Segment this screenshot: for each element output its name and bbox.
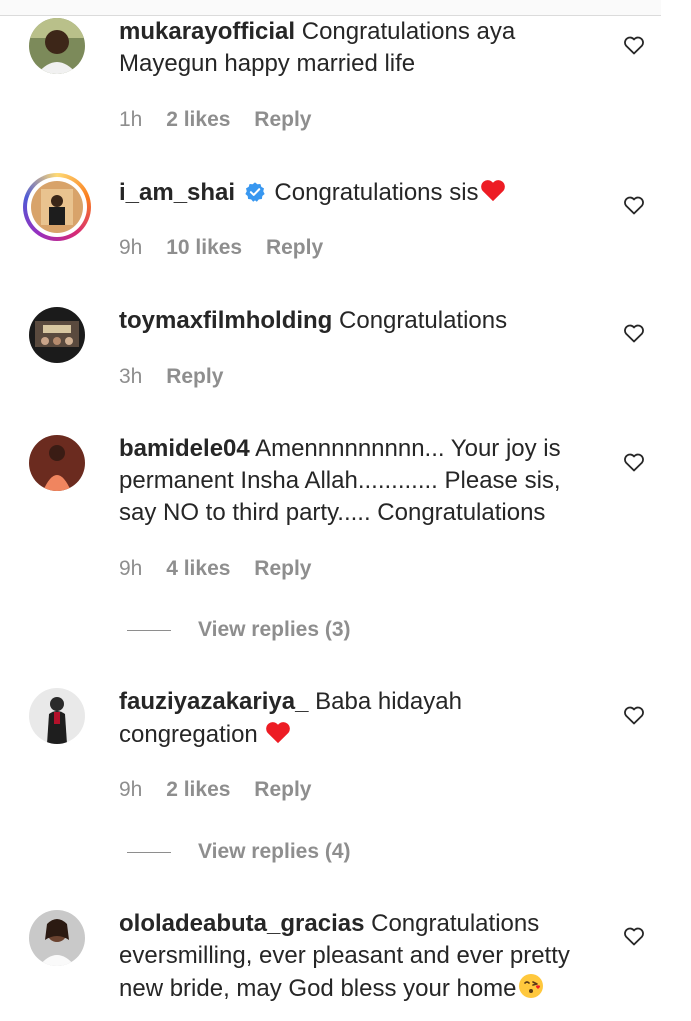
heart-outline-icon[interactable]: [622, 924, 646, 948]
likes-count[interactable]: 4 likes: [166, 557, 230, 580]
comment-username[interactable]: ololadeabuta_gracias: [119, 910, 364, 937]
comment-meta: 3h Reply: [119, 364, 241, 390]
view-replies-button[interactable]: View replies (3): [127, 617, 351, 643]
face-blowing-kiss-emoji: [518, 974, 543, 998]
avatar[interactable]: [29, 910, 85, 966]
view-replies-label[interactable]: View replies (4): [198, 840, 351, 863]
avatar[interactable]: [29, 688, 85, 744]
comment-meta: 9h 4 likes Reply: [119, 556, 329, 582]
story-avatar[interactable]: [23, 173, 91, 241]
comment-username[interactable]: toymaxfilmholding: [119, 307, 332, 334]
comment-time: 9h: [119, 557, 143, 580]
heart-outline-icon[interactable]: [622, 450, 646, 474]
reply-button[interactable]: Reply: [166, 365, 223, 388]
likes-count[interactable]: 2 likes: [166, 108, 230, 131]
reply-button[interactable]: Reply: [254, 557, 311, 580]
comment-meta: 1h 2 likes Reply: [119, 107, 329, 133]
red-heart-emoji: [480, 180, 505, 202]
comment-body: ololadeabuta_gracias Congratulations eve…: [119, 908, 599, 1005]
comment-text: Congratulations sis: [274, 179, 479, 206]
comment-time: 9h: [119, 778, 143, 801]
comment-time: 9h: [119, 236, 143, 259]
comment-username[interactable]: mukarayofficial: [119, 18, 295, 45]
avatar: [31, 181, 83, 233]
comment-meta: 9h 2 likes Reply: [119, 777, 329, 803]
comment-body: bamidele04 Amennnnnnnnn... Your joy is p…: [119, 433, 599, 529]
reply-button[interactable]: Reply: [266, 236, 323, 259]
avatar-ring-gap: [27, 177, 87, 237]
heart-outline-icon[interactable]: [622, 321, 646, 345]
view-replies-line: [127, 851, 171, 853]
heart-outline-icon[interactable]: [622, 703, 646, 727]
comment-meta: 9h 10 likes Reply: [119, 235, 341, 261]
comment-body: fauziyazakariya_ Baba hidayah congregati…: [119, 686, 599, 751]
heart-outline-icon[interactable]: [622, 193, 646, 217]
avatar[interactable]: [29, 435, 85, 491]
comment-username[interactable]: i_am_shai: [119, 179, 235, 206]
reply-button[interactable]: Reply: [254, 108, 311, 131]
comment-body: toymaxfilmholding Congratulations: [119, 305, 599, 337]
likes-count[interactable]: 2 likes: [166, 778, 230, 801]
avatar[interactable]: [29, 18, 85, 74]
view-replies-button[interactable]: View replies (4): [127, 839, 351, 865]
verified-badge-icon: [245, 182, 265, 202]
heart-outline-icon[interactable]: [622, 33, 646, 57]
comment-time: 3h: [119, 365, 143, 388]
comment-username[interactable]: bamidele04: [119, 435, 250, 462]
comment-username[interactable]: fauziyazakariya_: [119, 688, 308, 715]
top-divider: [0, 0, 661, 16]
view-replies-label[interactable]: View replies (3): [198, 618, 351, 641]
avatar[interactable]: [29, 307, 85, 363]
comment-text: Congratulations: [339, 307, 508, 334]
red-heart-emoji: [266, 722, 291, 744]
reply-button[interactable]: Reply: [254, 778, 311, 801]
comment-body: mukarayofficial Congratulations aya Maye…: [119, 16, 599, 80]
likes-count[interactable]: 10 likes: [166, 236, 242, 259]
comment-time: 1h: [119, 108, 143, 131]
comment-body: i_am_shai Congratulations sis: [119, 176, 599, 209]
view-replies-line: [127, 629, 171, 631]
